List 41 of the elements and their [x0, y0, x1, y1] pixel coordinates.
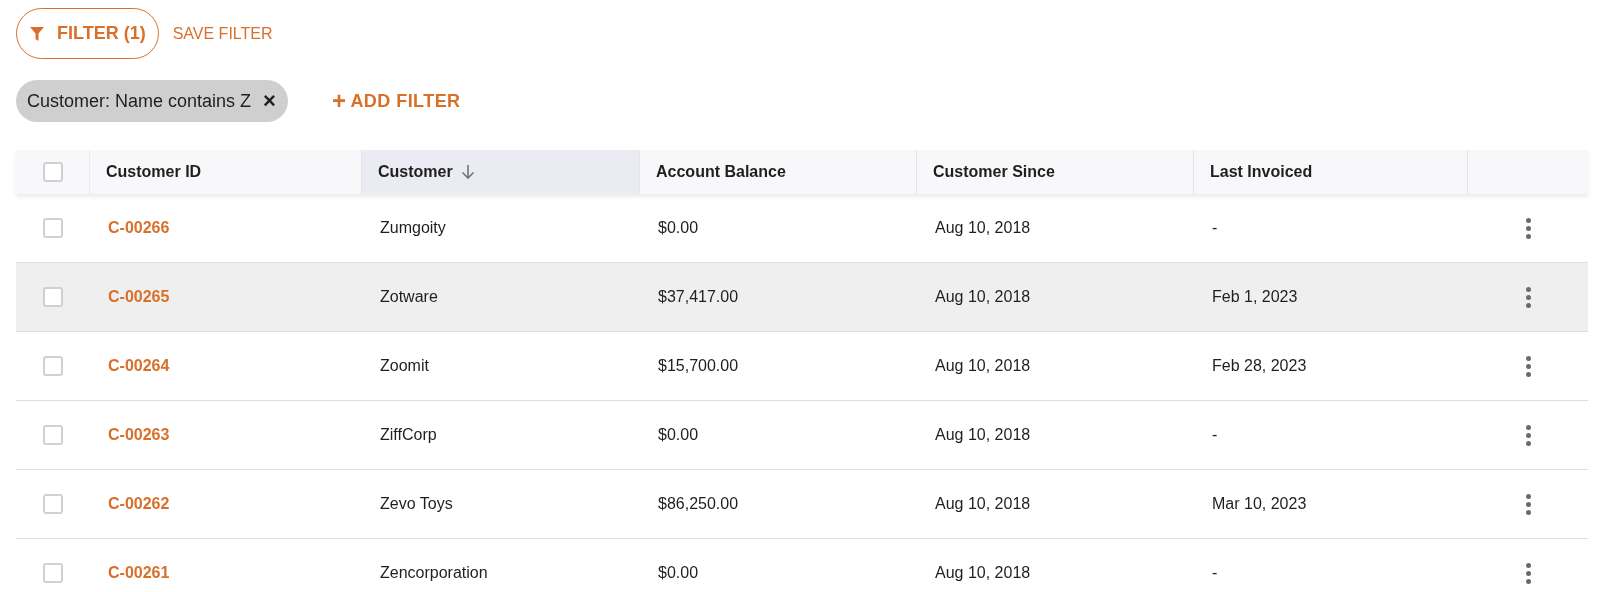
table-cell-text: Zumgoity [380, 218, 446, 238]
table-cell-text: $0.00 [658, 563, 699, 583]
column-header[interactable]: Account Balance [640, 150, 917, 194]
table-cell-text: Aug 10, 2018 [935, 218, 1031, 238]
table-cell-text: Aug 10, 2018 [935, 425, 1031, 445]
table-cell-text: - [1212, 218, 1218, 238]
table-cell-text: Aug 10, 2018 [935, 287, 1031, 307]
checkbox[interactable] [43, 425, 63, 445]
table-cell-text: ZiffCorp [380, 425, 437, 445]
column-header[interactable]: Customer [362, 150, 640, 194]
table-cell-text: $0.00 [658, 218, 699, 238]
table-cell-text: Zotware [380, 287, 438, 307]
table-cell-text: $0.00 [658, 425, 699, 445]
table-cell-text: Feb 28, 2023 [1212, 356, 1307, 376]
table-row[interactable]: C-00265 Zotware $37,417.00 Aug 10, 2018 Feb 1, 2023 [16, 263, 1588, 332]
filter-chip[interactable]: Customer: Name contains Z × [16, 80, 288, 122]
table-cell-text: Aug 10, 2018 [935, 563, 1031, 583]
table-cell-text: Zevo Toys [380, 494, 453, 514]
sort-down-icon [460, 164, 475, 180]
column-header[interactable]: Last Invoiced [1194, 150, 1468, 194]
checkbox[interactable] [43, 356, 63, 376]
table-cell-text: Feb 1, 2023 [1212, 287, 1298, 307]
table-cell-text: Zoomit [380, 356, 429, 376]
checkbox[interactable] [43, 563, 63, 583]
checkbox[interactable] [43, 494, 63, 514]
table-cell-text: $86,250.00 [658, 494, 739, 514]
table-cell-text: $15,700.00 [658, 356, 739, 376]
filter-icon [29, 25, 45, 42]
checkbox[interactable] [42, 162, 63, 182]
table-cell-text: Mar 10, 2023 [1212, 494, 1307, 514]
checkbox[interactable] [43, 287, 63, 307]
column-header[interactable]: Customer Since [917, 150, 1194, 194]
remove-chip-button[interactable]: × [263, 90, 276, 112]
table-cell-text: - [1212, 563, 1218, 583]
table-cell-text: Aug 10, 2018 [935, 356, 1031, 376]
table-cell-text: Zencorporation [380, 563, 488, 583]
table-cell-text: - [1212, 425, 1218, 445]
table-cell-text: Aug 10, 2018 [935, 494, 1031, 514]
table-cell-text: $37,417.00 [658, 287, 739, 307]
column-header[interactable]: Customer ID [90, 150, 362, 194]
checkbox[interactable] [43, 218, 63, 238]
